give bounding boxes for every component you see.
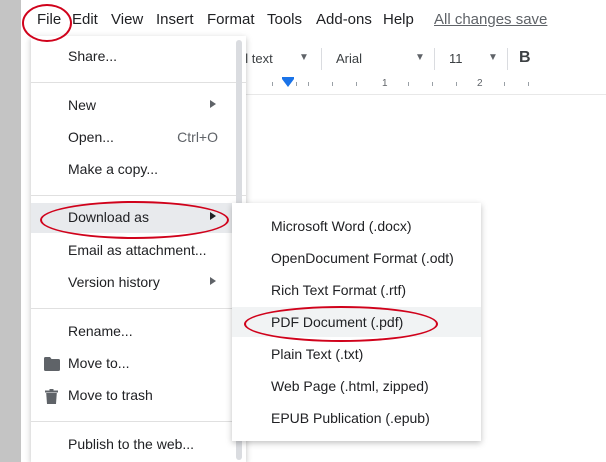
submenu-arrow-icon bbox=[210, 277, 216, 285]
menu-help[interactable]: Help bbox=[383, 11, 414, 28]
menu-bar: File Edit View Insert Format Tools Add-o… bbox=[21, 0, 606, 40]
menu-item-label: Move to... bbox=[68, 355, 130, 371]
menu-item-rename[interactable]: Rename... bbox=[31, 317, 246, 347]
submenu-item-label: PDF Document (.pdf) bbox=[271, 314, 404, 330]
submenu-item-label: Rich Text Format (.rtf) bbox=[271, 282, 407, 298]
indent-marker-icon[interactable] bbox=[282, 79, 294, 87]
ruler-number: 2 bbox=[477, 78, 483, 89]
submenu-item-label: Microsoft Word (.docx) bbox=[271, 218, 412, 234]
menu-format[interactable]: Format bbox=[207, 11, 255, 28]
trash-icon bbox=[45, 389, 58, 407]
ruler-tick bbox=[504, 82, 505, 86]
menu-item-open[interactable]: Open... Ctrl+O bbox=[31, 123, 246, 153]
ruler-tick bbox=[456, 82, 457, 86]
submenu-arrow-icon bbox=[210, 212, 216, 220]
save-status-link[interactable]: All changes save bbox=[434, 11, 547, 28]
menu-file[interactable]: File bbox=[37, 11, 61, 28]
submenu-item-html[interactable]: Web Page (.html, zipped) bbox=[232, 371, 481, 401]
folder-icon bbox=[44, 357, 60, 374]
menu-item-move-to-trash[interactable]: Move to trash bbox=[31, 381, 246, 411]
menu-view[interactable]: View bbox=[111, 11, 143, 28]
chevron-down-icon: ▼ bbox=[488, 52, 498, 63]
menu-divider bbox=[31, 421, 246, 422]
submenu-item-txt[interactable]: Plain Text (.txt) bbox=[232, 339, 481, 369]
ruler-tick bbox=[408, 82, 409, 86]
menu-divider bbox=[31, 308, 246, 309]
menu-item-download-as[interactable]: Download as bbox=[31, 203, 246, 233]
menu-item-label: Publish to the web... bbox=[68, 436, 195, 452]
menu-item-new[interactable]: New bbox=[31, 91, 246, 121]
ruler-number: 1 bbox=[382, 78, 388, 89]
ruler-tick bbox=[356, 82, 357, 86]
file-menu: Share... New Open... Ctrl+O Make a copy.… bbox=[31, 36, 246, 462]
ruler: 1 2 bbox=[232, 76, 606, 95]
menu-item-email-attachment[interactable]: Email as attachment... bbox=[31, 236, 246, 266]
menu-item-share[interactable]: Share... bbox=[31, 42, 246, 72]
chevron-down-icon: ▼ bbox=[415, 52, 425, 63]
menu-item-label: Share... bbox=[68, 48, 118, 64]
ruler-tick bbox=[296, 82, 297, 86]
menu-item-label: Version history bbox=[68, 274, 160, 290]
ruler-tick bbox=[308, 82, 309, 86]
ruler-tick bbox=[432, 82, 433, 86]
menu-divider bbox=[31, 195, 246, 196]
toolbar-divider bbox=[434, 48, 435, 70]
font-select[interactable]: Arial bbox=[336, 51, 362, 66]
toolbar: al text ▼ Arial ▼ 11 ▼ B bbox=[232, 40, 606, 77]
menu-divider bbox=[31, 82, 246, 83]
menu-item-publish-web[interactable]: Publish to the web... bbox=[31, 430, 246, 460]
menu-item-label: Email as attachment... bbox=[68, 242, 207, 258]
menu-item-label: Rename... bbox=[68, 323, 133, 339]
menu-item-label: Open... bbox=[68, 129, 114, 145]
submenu-item-label: Web Page (.html, zipped) bbox=[271, 378, 429, 394]
shortcut-label: Ctrl+O bbox=[177, 129, 218, 145]
menu-insert[interactable]: Insert bbox=[156, 11, 194, 28]
menu-add-ons[interactable]: Add-ons bbox=[316, 11, 372, 28]
ruler-tick bbox=[332, 82, 333, 86]
menu-item-label: Download as bbox=[68, 209, 149, 225]
toolbar-divider bbox=[507, 48, 508, 70]
menu-item-label: Make a copy... bbox=[68, 161, 159, 177]
menu-item-make-copy[interactable]: Make a copy... bbox=[31, 155, 246, 185]
submenu-item-epub[interactable]: EPUB Publication (.epub) bbox=[232, 403, 481, 433]
menu-tools[interactable]: Tools bbox=[267, 11, 302, 28]
download-as-submenu: Microsoft Word (.docx) OpenDocument Form… bbox=[232, 203, 481, 441]
submenu-item-pdf[interactable]: PDF Document (.pdf) bbox=[232, 307, 481, 337]
submenu-item-label: Plain Text (.txt) bbox=[271, 346, 364, 362]
ruler-tick bbox=[272, 82, 273, 86]
menu-item-label: New bbox=[68, 97, 97, 113]
submenu-item-label: EPUB Publication (.epub) bbox=[271, 410, 430, 426]
menu-item-label: Move to trash bbox=[68, 387, 153, 403]
menu-item-move-to[interactable]: Move to... bbox=[31, 349, 246, 379]
submenu-item-rtf[interactable]: Rich Text Format (.rtf) bbox=[232, 275, 481, 305]
chevron-down-icon: ▼ bbox=[299, 52, 309, 63]
menu-item-version-history[interactable]: Version history bbox=[31, 268, 246, 298]
submenu-arrow-icon bbox=[210, 100, 216, 108]
submenu-item-label: OpenDocument Format (.odt) bbox=[271, 250, 454, 266]
submenu-item-docx[interactable]: Microsoft Word (.docx) bbox=[232, 211, 481, 241]
ruler-tick bbox=[528, 82, 529, 86]
bold-button[interactable]: B bbox=[519, 49, 531, 67]
submenu-item-odt[interactable]: OpenDocument Format (.odt) bbox=[232, 243, 481, 273]
font-size-select[interactable]: 11 bbox=[449, 51, 463, 66]
menu-edit[interactable]: Edit bbox=[72, 11, 98, 28]
toolbar-divider bbox=[321, 48, 322, 70]
